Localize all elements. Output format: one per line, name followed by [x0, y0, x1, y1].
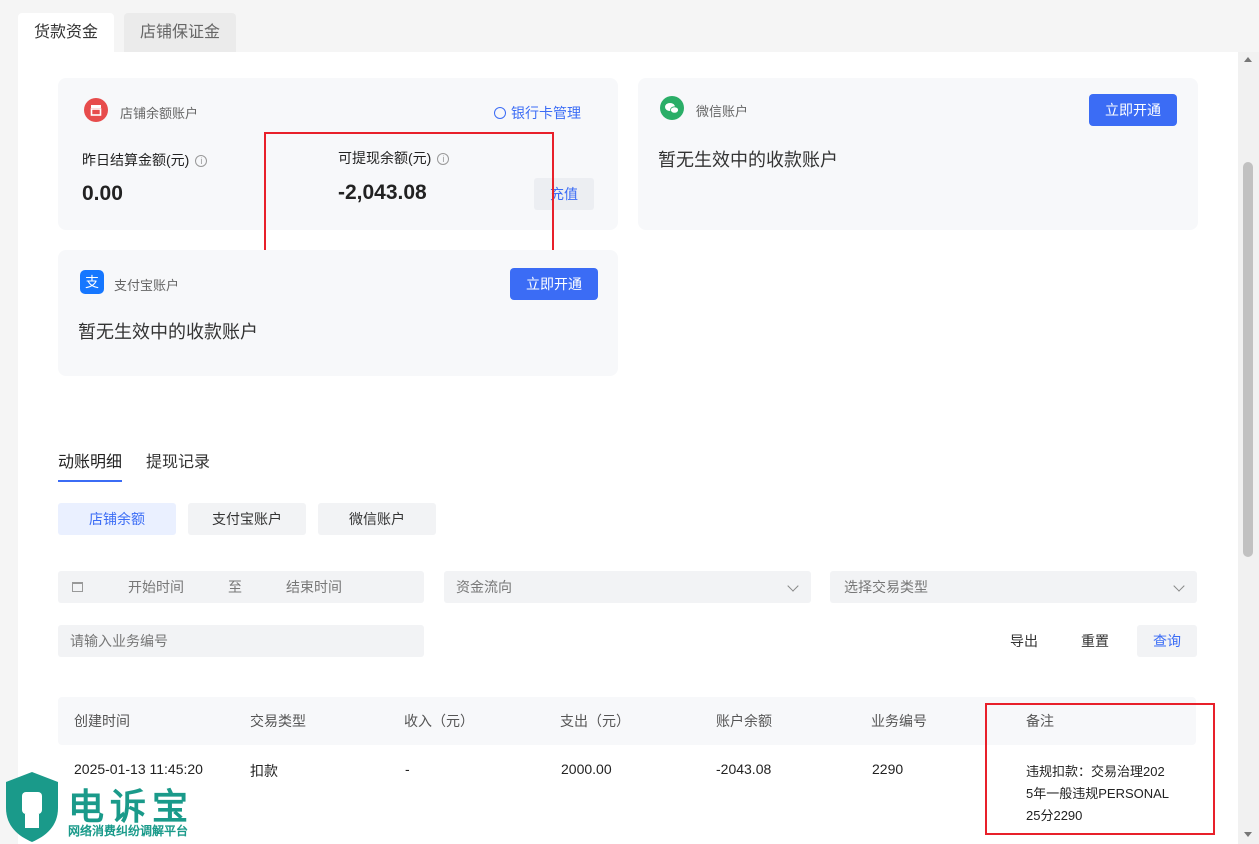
wechat-account-card: 微信账户 立即开通 暂无生效中的收款账户: [638, 78, 1198, 230]
scroll-up-arrow-icon[interactable]: [1244, 57, 1252, 62]
column-header-created: 创建时间: [74, 713, 130, 729]
highlight-box-balance: [264, 132, 554, 254]
shield-fist-icon: [6, 772, 58, 842]
wechat-empty-text: 暂无生效中的收款账户: [658, 150, 838, 170]
tab-withdraw-record[interactable]: 提现记录: [146, 448, 210, 482]
filter-wechat-account[interactable]: 微信账户: [318, 503, 436, 535]
chevron-down-icon: [787, 580, 799, 592]
vertical-scrollbar[interactable]: [1238, 52, 1259, 844]
business-number-input[interactable]: 请输入业务编号: [58, 625, 424, 657]
alipay-open-button[interactable]: 立即开通: [510, 268, 598, 300]
highlight-box-remark: [985, 703, 1215, 835]
filter-alipay-account[interactable]: 支付宝账户: [188, 503, 306, 535]
transaction-type-placeholder: 选择交易类型: [844, 579, 928, 595]
column-header-balance: 账户余额: [716, 713, 772, 729]
svg-text:支: 支: [85, 275, 99, 291]
wechat-card-title: 微信账户: [696, 104, 749, 119]
alipay-card-title: 支付宝账户: [114, 278, 180, 293]
fund-flow-select[interactable]: 资金流向: [444, 571, 811, 603]
cell-business-no: 2290: [872, 761, 904, 777]
tab-goods-funds[interactable]: 货款资金: [18, 13, 115, 53]
top-tabs: 货款资金 店铺保证金: [18, 13, 237, 53]
info-icon[interactable]: i: [195, 155, 208, 167]
cell-income: -: [405, 761, 410, 777]
export-button[interactable]: 导出: [1004, 625, 1044, 657]
bank-card-manage-label: 银行卡管理: [511, 105, 581, 121]
end-time-input[interactable]: 结束时间: [286, 571, 342, 603]
start-time-input[interactable]: 开始时间: [128, 571, 184, 603]
store-card-title: 店铺余额账户: [120, 106, 199, 121]
detail-subtabs: 动账明细 提现记录: [58, 448, 234, 482]
watermark: 电诉宝 网络消费纠纷调解平台: [0, 770, 220, 844]
gear-icon: [494, 107, 506, 119]
bank-card-manage-link[interactable]: 银行卡管理: [494, 103, 581, 123]
alipay-empty-text: 暂无生效中的收款账户: [78, 322, 258, 342]
fund-flow-placeholder: 资金流向: [456, 579, 512, 595]
column-header-expense: 支出（元）: [560, 713, 630, 729]
range-separator: 至: [228, 579, 242, 595]
column-header-type: 交易类型: [250, 713, 306, 729]
calendar-icon: [72, 582, 83, 592]
business-number-placeholder: 请输入业务编号: [70, 633, 168, 649]
scroll-down-arrow-icon[interactable]: [1244, 832, 1252, 837]
query-button[interactable]: 查询: [1137, 625, 1197, 657]
alipay-icon: 支: [80, 270, 104, 294]
chevron-down-icon: [1173, 580, 1185, 592]
filter-store-balance[interactable]: 店铺余额: [58, 503, 176, 535]
alipay-account-card: 支 支付宝账户 立即开通 暂无生效中的收款账户: [58, 250, 618, 376]
store-icon: [84, 98, 108, 122]
transaction-type-select[interactable]: 选择交易类型: [830, 571, 1197, 603]
tab-transaction-detail[interactable]: 动账明细: [58, 448, 123, 482]
main-panel: 店铺余额账户 银行卡管理 昨日结算金额(元) i 0.00 可提现余额(元) i -…: [18, 52, 1238, 844]
column-header-business-no: 业务编号: [871, 713, 927, 729]
yesterday-settlement-label: 昨日结算金额(元) i: [82, 150, 208, 170]
cell-type: 扣款: [250, 763, 278, 779]
wechat-open-button[interactable]: 立即开通: [1089, 94, 1177, 126]
watermark-subtitle: 网络消费纠纷调解平台: [68, 824, 189, 838]
cell-expense: 2000.00: [561, 761, 612, 777]
wechat-icon: [660, 96, 684, 120]
tab-store-deposit[interactable]: 店铺保证金: [124, 13, 237, 53]
column-header-income: 收入（元）: [404, 713, 474, 729]
scroll-thumb[interactable]: [1243, 162, 1253, 557]
yesterday-settlement-value: 0.00: [82, 182, 123, 205]
cell-balance: -2043.08: [716, 761, 772, 777]
date-range-picker[interactable]: 开始时间 至 结束时间: [58, 571, 424, 603]
reset-button[interactable]: 重置: [1075, 625, 1115, 657]
